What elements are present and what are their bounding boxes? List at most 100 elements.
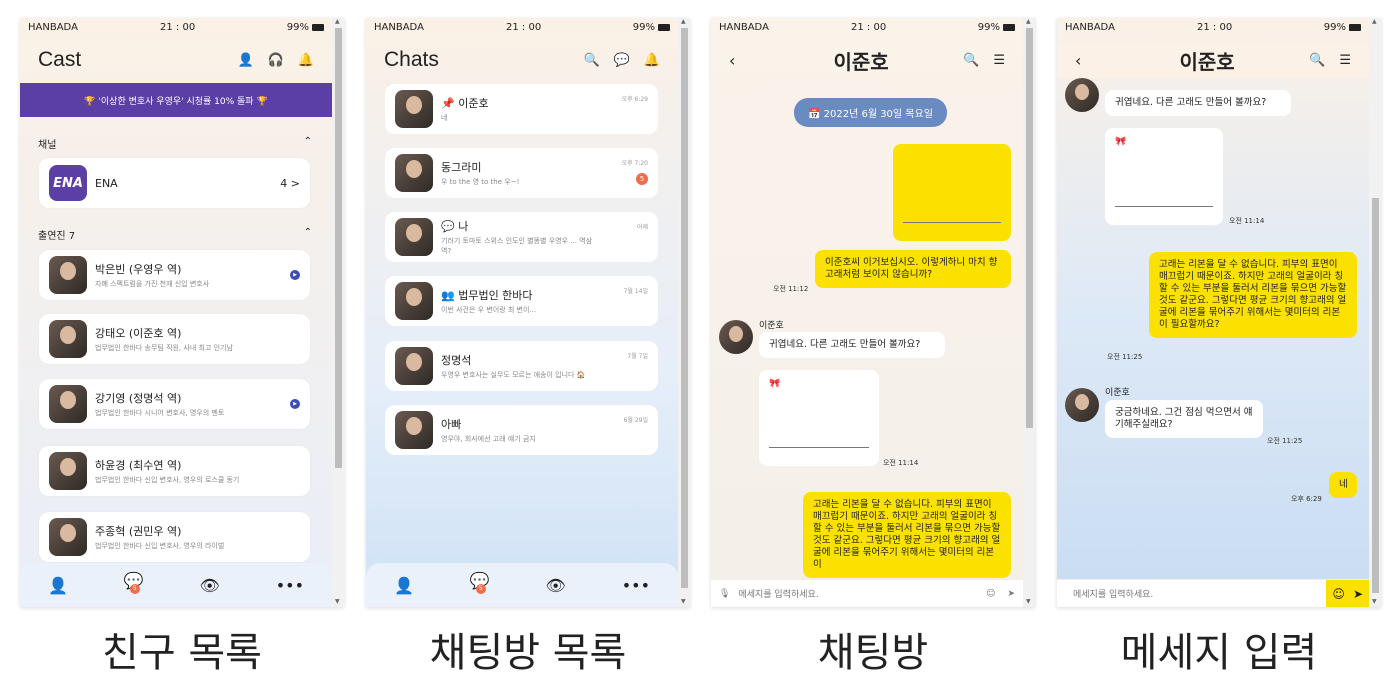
more-tab-icon[interactable]: •••	[622, 576, 650, 595]
room-time: 오후 7:20	[621, 160, 648, 167]
channel-section-header[interactable]: 채널 ⌃	[38, 136, 312, 151]
chat-room-item[interactable]: 💬 나 기러기 토마토 스위스 인도인 별똥별 우영우 ... 역삼역? 어제	[385, 212, 658, 262]
room-name: 이준호	[458, 97, 489, 110]
avatar	[49, 385, 87, 423]
chat-room-item[interactable]: 정명석 우영우 변호사는 실무도 모르는 애송이 입니다 🏠 7월 7일	[385, 341, 658, 391]
search-icon[interactable]: 🔍	[963, 53, 979, 68]
menu-icon[interactable]: ☰	[1339, 53, 1351, 68]
room-time: 7월 14일	[623, 288, 648, 295]
channel-count: 4 >	[280, 176, 300, 190]
cast-name: 강기영 (정명석 역)	[95, 392, 182, 405]
chat-room-screen: HANBADA 21 : 00 99% ‹ 이준호 🔍 ☰ 📅 2022년 6월 30일 …	[711, 18, 1035, 607]
avatar	[49, 256, 87, 294]
promo-banner[interactable]: 🏆 '이상한 변호사 우영우' 시청률 10% 돌파 🏆	[20, 83, 332, 117]
back-icon[interactable]: ‹	[729, 51, 759, 70]
emoji-icon[interactable]: ☺	[986, 589, 995, 599]
more-tab-icon[interactable]: •••	[276, 576, 304, 595]
avatar	[49, 320, 87, 358]
emoji-icon[interactable]: ☺	[1332, 587, 1345, 601]
avatar[interactable]	[1065, 388, 1099, 422]
chats-tab-icon[interactable]: 💬 5	[124, 571, 144, 600]
send-icon[interactable]: ➤	[1353, 587, 1363, 601]
battery-icon	[658, 23, 670, 31]
image-message[interactable]: 🎀	[759, 370, 879, 466]
view-tab-icon[interactable]: 👁	[200, 576, 220, 595]
cast-name: 박은빈 (우영우 역)	[95, 263, 182, 276]
timestamp: 오전 11:12	[773, 285, 809, 293]
chat-room-item[interactable]: 👥 법무법인 한바다 이번 사건은 우 변이랑 최 변이... 7월 14일	[385, 276, 658, 326]
room-time: 어제	[636, 224, 648, 231]
avatar[interactable]	[719, 320, 753, 354]
cast-desc: 법무법인 한바다 신입 변호사, 영우의 로스쿨 동기	[95, 476, 240, 484]
image-message[interactable]: 🎀	[1105, 128, 1223, 225]
caption: 채팅방 목록	[429, 630, 627, 676]
unread-badge: 5	[636, 173, 648, 185]
cast-item[interactable]: 박은빈 (우영우 역) 자폐 스펙트럼을 가진 천재 신입 변호사 ▶	[39, 250, 310, 300]
caption: 친구 목록	[102, 630, 262, 676]
battery-icon	[312, 23, 324, 31]
ribbon-icon: 🎀	[769, 379, 781, 389]
bell-icon[interactable]: 🔔	[298, 53, 314, 68]
message-input-bar: 🎙 메세지를 입력하세요. ☺ ➤	[711, 579, 1023, 607]
view-tab-icon[interactable]: 👁	[546, 576, 566, 595]
avatar	[395, 282, 433, 320]
clock: 21 : 00	[851, 21, 887, 33]
room-name: 나	[458, 220, 469, 233]
menu-icon[interactable]: ☰	[993, 53, 1005, 68]
chat-room-item[interactable]: 아빠 영우야, 회사에선 고래 얘기 금지 6월 29일	[385, 405, 658, 455]
chats-tab-icon[interactable]: 💬 5	[470, 571, 490, 600]
avatar[interactable]	[1065, 78, 1099, 112]
room-time: 7월 7일	[627, 353, 648, 360]
cast-item[interactable]: 강태오 (이준호 역) 법무법인 한바다 송무팀 직원, 사내 최고 인기남	[39, 314, 310, 364]
friends-tab-icon[interactable]: 👤	[394, 576, 414, 595]
cast-name: 하윤경 (최수연 역)	[95, 459, 182, 472]
clock: 21 : 00	[160, 21, 196, 33]
caption: 메세지 입력	[1120, 630, 1318, 676]
timestamp: 오전 11:14	[1229, 217, 1265, 225]
channel-item-ena[interactable]: ENA ENA 4 >	[39, 158, 310, 208]
cast-section-header[interactable]: 출연진 7 ⌃	[38, 227, 312, 242]
chevron-up-icon[interactable]: ⌃	[304, 227, 312, 242]
date-divider: 📅 2022년 6월 30일 목요일	[794, 98, 947, 127]
room-time: 오후 6:29	[621, 96, 648, 103]
sender-name: 이준호	[759, 321, 784, 331]
room-title: 이준호	[833, 49, 889, 74]
friends-tab-icon[interactable]: 👤	[48, 576, 68, 595]
room-preview: 네	[441, 114, 448, 122]
play-icon[interactable]: ▶	[290, 399, 300, 409]
search-icon[interactable]: 🔍	[583, 53, 599, 68]
search-icon[interactable]: 🔍	[1309, 53, 1325, 68]
mic-icon[interactable]: 🎙	[719, 589, 730, 599]
avatar	[395, 411, 433, 449]
timestamp: 오전 11:25	[1107, 353, 1143, 361]
cast-item[interactable]: 하윤경 (최수연 역) 법무법인 한바다 신입 변호사, 영우의 로스쿨 동기	[39, 446, 310, 496]
status-bar: HANBADA 21 : 00 99%	[20, 18, 332, 36]
cast-item[interactable]: 주종혁 (권민우 역) 법무법인 한바다 신입 변호사, 영우의 라이벌	[39, 512, 310, 562]
bell-icon[interactable]: 🔔	[644, 53, 660, 68]
chat-room-item[interactable]: 동그라미 우 to the 영 to the 우~! 오후 7:20 5	[385, 148, 658, 198]
battery-text: 99%	[977, 21, 1000, 33]
chevron-up-icon[interactable]: ⌃	[304, 136, 312, 151]
cast-desc: 법무법인 한바다 시니어 변호사, 영우의 멘토	[95, 409, 225, 417]
chat-room-item[interactable]: 📌 이준호 네 오후 6:29	[385, 84, 658, 134]
room-preview: 영우야, 회사에선 고래 얘기 금지	[441, 435, 536, 443]
room-name: 법무법인 한바다	[458, 289, 533, 302]
message-input[interactable]: 메세지를 입력하세요.	[738, 587, 986, 600]
clock: 21 : 00	[1197, 21, 1233, 33]
send-icon[interactable]: ➤	[1007, 589, 1015, 599]
message-input[interactable]: 메세지를 입력하세요.	[1073, 587, 1326, 600]
room-tag: 💬	[441, 220, 455, 233]
headphones-icon[interactable]: 🎧	[268, 53, 284, 68]
image-message[interactable]	[893, 144, 1011, 241]
room-preview: 우 to the 영 to the 우~!	[441, 178, 520, 186]
add-friend-icon[interactable]: 👤	[237, 53, 253, 68]
cast-item[interactable]: 강기영 (정명석 역) 법무법인 한바다 시니어 변호사, 영우의 멘토 ▶	[39, 379, 310, 429]
message-bubble: 네	[1329, 472, 1357, 498]
room-preview: 우영우 변호사는 실무도 모르는 애송이 입니다 🏠	[441, 371, 586, 379]
room-tag: 👥	[441, 289, 455, 302]
play-icon[interactable]: ▶	[290, 270, 300, 280]
message-bubble: 고래는 리본을 달 수 없습니다. 피부의 표면이 매끄럽기 때문이죠. 하지만…	[1149, 252, 1357, 338]
back-icon[interactable]: ‹	[1075, 51, 1105, 70]
chat-icon[interactable]: 💬	[614, 53, 630, 68]
avatar	[49, 518, 87, 556]
